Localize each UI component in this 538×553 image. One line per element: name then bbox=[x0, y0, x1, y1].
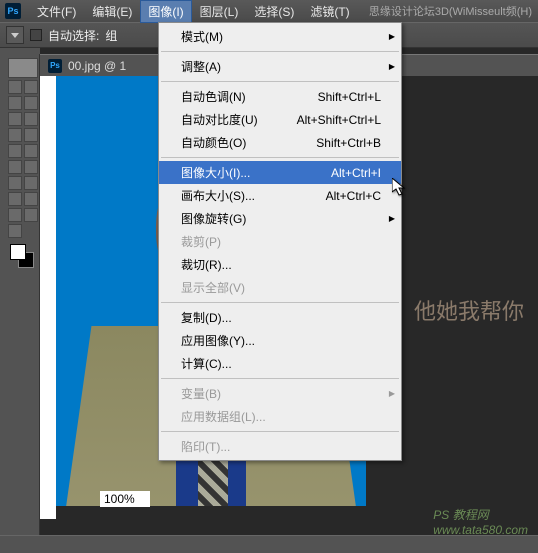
menu-edit[interactable]: 编辑(E) bbox=[84, 0, 140, 23]
tool-preset-dropdown[interactable] bbox=[6, 26, 24, 44]
lasso-tool[interactable] bbox=[24, 80, 38, 94]
app-window: Ps 文件(F) 编辑(E) 图像(I) 图层(L) 选择(S) 滤镜(T) 思… bbox=[0, 0, 538, 553]
menu-image[interactable]: 图像(I) bbox=[140, 0, 191, 23]
marquee-tool[interactable] bbox=[8, 80, 22, 94]
app-icon: Ps bbox=[5, 3, 21, 19]
separator bbox=[161, 378, 399, 379]
wand-tool[interactable] bbox=[8, 96, 22, 110]
pen-tool[interactable] bbox=[24, 176, 38, 190]
menu-reveal-all: 显示全部(V) bbox=[159, 276, 401, 299]
image-menu-dropdown: 模式(M) 调整(A) 自动色调(N)Shift+Ctrl+L 自动对比度(U)… bbox=[158, 22, 402, 461]
document-title: 00.jpg @ 1 bbox=[68, 59, 126, 73]
type-tool[interactable] bbox=[8, 192, 22, 206]
menu-auto-contrast[interactable]: 自动对比度(U)Alt+Shift+Ctrl+L bbox=[159, 108, 401, 131]
foreground-color[interactable] bbox=[10, 244, 26, 260]
menu-apply-image[interactable]: 应用图像(Y)... bbox=[159, 329, 401, 352]
color-swatch[interactable] bbox=[8, 244, 37, 270]
watermark-calligraphy: 他她我帮你 bbox=[414, 300, 524, 324]
eraser-tool[interactable] bbox=[24, 144, 38, 158]
menu-layer[interactable]: 图层(L) bbox=[192, 0, 247, 23]
menu-file[interactable]: 文件(F) bbox=[29, 0, 84, 23]
titlebar: Ps 文件(F) 编辑(E) 图像(I) 图层(L) 选择(S) 滤镜(T) 思… bbox=[0, 0, 538, 22]
auto-select-label: 自动选择: bbox=[48, 27, 99, 44]
hand-tool[interactable] bbox=[24, 208, 38, 222]
doc-type-icon: Ps bbox=[48, 59, 62, 73]
blur-tool[interactable] bbox=[24, 160, 38, 174]
menubar: 文件(F) 编辑(E) 图像(I) 图层(L) 选择(S) 滤镜(T) bbox=[29, 0, 358, 23]
separator bbox=[161, 302, 399, 303]
move-tool[interactable] bbox=[8, 58, 38, 78]
dodge-tool[interactable] bbox=[8, 176, 22, 190]
zoom-level[interactable]: 100% bbox=[100, 491, 150, 507]
watermark-text: 思缘设计论坛3D(WiMisseult频(H) bbox=[369, 3, 532, 19]
menu-auto-color[interactable]: 自动颜色(O)Shift+Ctrl+B bbox=[159, 131, 401, 154]
group-label: 组 bbox=[105, 27, 117, 44]
separator bbox=[161, 157, 399, 158]
stamp-tool[interactable] bbox=[24, 128, 38, 142]
history-brush-tool[interactable] bbox=[8, 144, 22, 158]
shape-tool[interactable] bbox=[8, 208, 22, 222]
menu-trap: 陷印(T)... bbox=[159, 435, 401, 458]
menu-trim[interactable]: 裁切(R)... bbox=[159, 253, 401, 276]
menu-canvas-size[interactable]: 画布大小(S)...Alt+Ctrl+C bbox=[159, 184, 401, 207]
menu-calculations[interactable]: 计算(C)... bbox=[159, 352, 401, 375]
watermark-footer: PS 教程网 www.tata580.com bbox=[433, 506, 528, 537]
separator bbox=[161, 81, 399, 82]
path-tool[interactable] bbox=[24, 192, 38, 206]
menu-adjustments[interactable]: 调整(A) bbox=[159, 55, 401, 78]
menu-auto-tone[interactable]: 自动色调(N)Shift+Ctrl+L bbox=[159, 85, 401, 108]
menu-select[interactable]: 选择(S) bbox=[246, 0, 302, 23]
menu-variables: 变量(B) bbox=[159, 382, 401, 405]
menu-image-rotation[interactable]: 图像旋转(G) bbox=[159, 207, 401, 230]
menu-filter[interactable]: 滤镜(T) bbox=[302, 0, 357, 23]
heal-tool[interactable] bbox=[24, 112, 38, 126]
ruler-vertical bbox=[40, 76, 56, 519]
auto-select-checkbox[interactable] bbox=[30, 29, 42, 41]
eyedropper-tool[interactable] bbox=[8, 112, 22, 126]
separator bbox=[161, 51, 399, 52]
gradient-tool[interactable] bbox=[8, 160, 22, 174]
brush-tool[interactable] bbox=[8, 128, 22, 142]
menu-mode[interactable]: 模式(M) bbox=[159, 25, 401, 48]
menu-crop: 裁剪(P) bbox=[159, 230, 401, 253]
menu-apply-dataset: 应用数据组(L)... bbox=[159, 405, 401, 428]
toolbox bbox=[6, 54, 40, 535]
zoom-tool[interactable] bbox=[8, 224, 22, 238]
menu-image-size[interactable]: 图像大小(I)...Alt+Ctrl+I bbox=[159, 161, 401, 184]
menu-duplicate[interactable]: 复制(D)... bbox=[159, 306, 401, 329]
separator bbox=[161, 431, 399, 432]
statusbar bbox=[0, 535, 538, 553]
crop-tool[interactable] bbox=[24, 96, 38, 110]
